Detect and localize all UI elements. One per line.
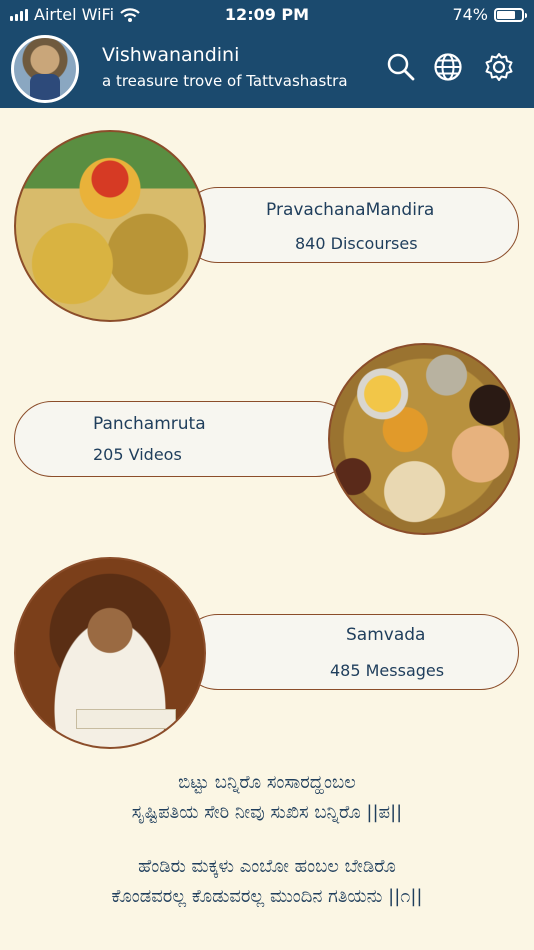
app-title: Vishwanandini xyxy=(102,44,240,66)
search-icon[interactable] xyxy=(386,52,416,82)
pravachanamandira-image[interactable] xyxy=(14,130,206,322)
samvada-card[interactable]: Samvada 485 Messages xyxy=(180,614,519,690)
status-bar: Airtel WiFi 12:09 PM 74% xyxy=(0,0,534,30)
app-header: Airtel WiFi 12:09 PM 74% Vishwanandini a… xyxy=(0,0,534,108)
app-subtitle: a treasure trove of Tattvashastra xyxy=(102,72,348,90)
poem-line: ಬಿಟ್ಟು ಬನ್ನಿರೊ ಸಂಸಾರದ್ಹಂಬಲ xyxy=(178,772,356,793)
card-count: 485 Messages xyxy=(330,661,445,680)
card-count: 205 Videos xyxy=(93,445,182,464)
poem-stanza-2: ಹೆಂಡಿರು ಮಕ್ಕಳು ಎಂಬೋ ಹಂಬಲ ಬೇಡಿರೊ ಕೊಂಡವರಲ್… xyxy=(0,852,534,912)
card-count: 840 Discourses xyxy=(295,234,418,253)
battery-info: 74% xyxy=(452,5,527,24)
panchamruta-image[interactable] xyxy=(328,343,520,535)
panchamruta-card[interactable]: Panchamruta 205 Videos xyxy=(14,401,354,477)
battery-icon xyxy=(494,7,527,22)
poem-stanza-1: ಬಿಟ್ಟು ಬನ್ನಿರೊ ಸಂಸಾರದ್ಹಂಬಲ ಸೃಷ್ಟಿಪತಿಯ ಸೇ… xyxy=(0,768,534,828)
poem-line: ಹೆಂಡಿರು ಮಕ್ಕಳು ಎಂಬೋ ಹಂಬಲ ಬೇಡಿರೊ xyxy=(138,856,396,877)
card-title: PravachanaMandira xyxy=(266,200,435,220)
card-title: Samvada xyxy=(346,625,426,645)
poem-line: ಕೊಂಡವರಲ್ಲ ಕೊಡುವರಲ್ಲ ಮುಂದಿನ ಗತಿಯನು ||೧|| xyxy=(111,886,423,907)
poem-line: ಸೃಷ್ಟಿಪತಿಯ ಸೇರಿ ನೀವು ಸುಖಿಸ ಬನ್ನಿರೊ ||ಪ|| xyxy=(131,802,403,823)
battery-percent: 74% xyxy=(452,5,488,24)
pravachanamandira-card[interactable]: PravachanaMandira 840 Discourses xyxy=(180,187,519,263)
globe-icon[interactable] xyxy=(433,52,463,82)
samvada-image[interactable] xyxy=(14,557,206,749)
card-title: Panchamruta xyxy=(93,414,206,434)
profile-avatar[interactable] xyxy=(11,35,79,103)
settings-gear-icon[interactable] xyxy=(484,52,514,82)
